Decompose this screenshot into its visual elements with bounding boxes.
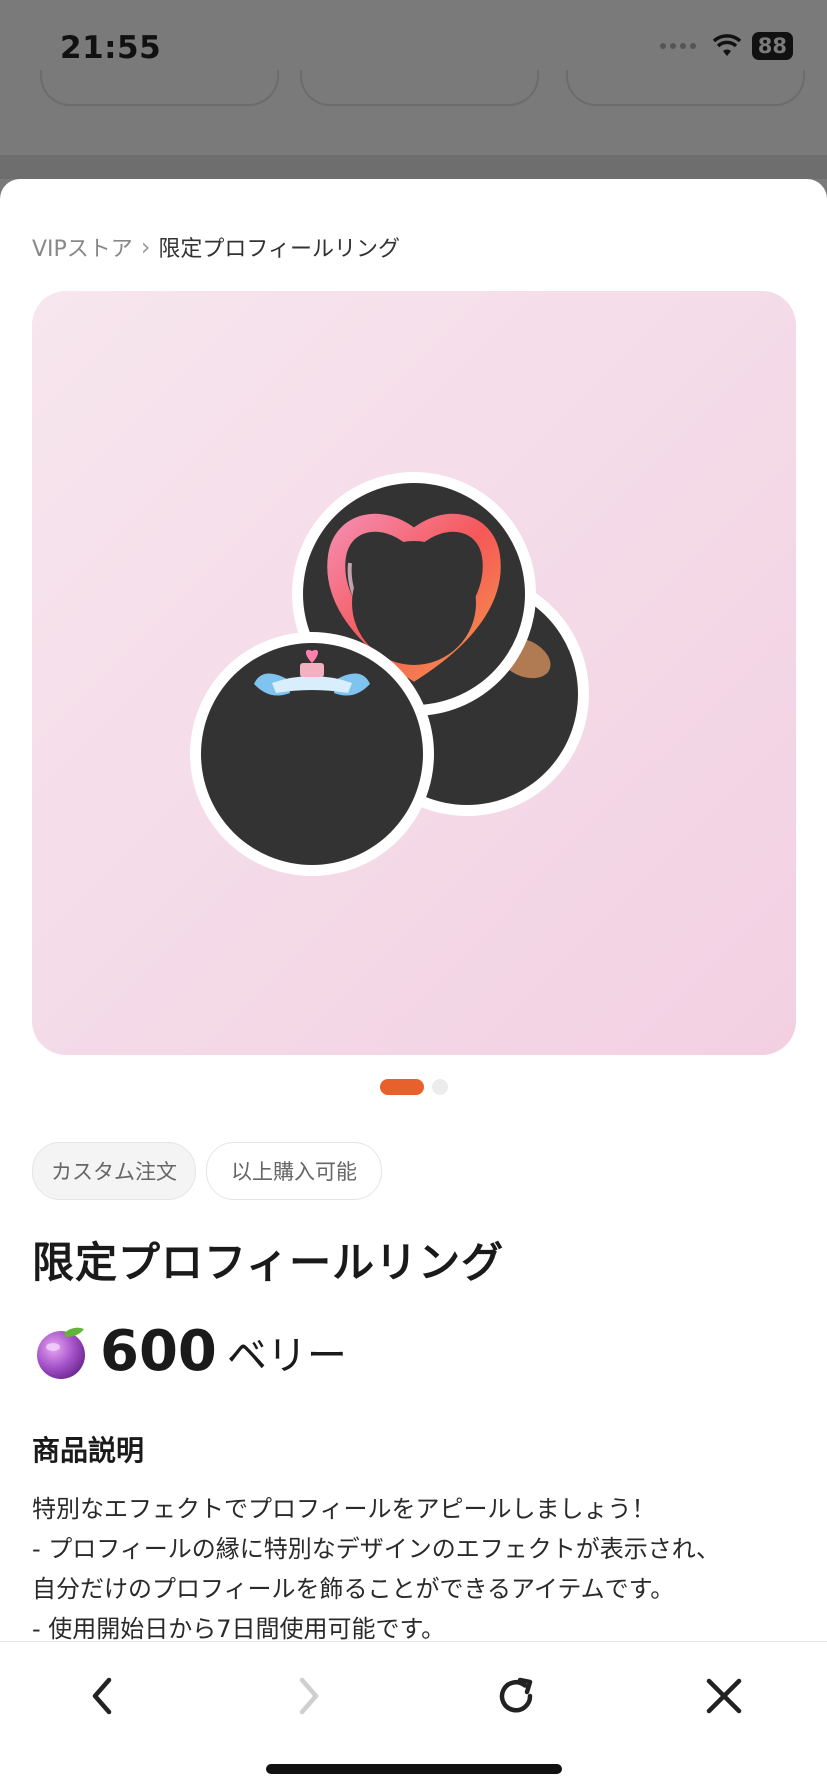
home-indicator[interactable] [266, 1764, 562, 1774]
breadcrumb-parent[interactable]: VIPストア [32, 231, 133, 263]
status-icons: 88 [659, 32, 793, 60]
product-sheet: VIPストア › 限定プロフィールリング カスタム注文 以上購入可能 限定プロフ… [0, 179, 827, 1792]
carousel-pager[interactable] [0, 1079, 827, 1095]
description-line: - プロフィールの縁に特別なデザインのエフェクトが表示され、 [32, 1535, 721, 1563]
close-icon [706, 1678, 742, 1714]
wifi-icon [712, 34, 741, 56]
battery-indicator: 88 [751, 32, 793, 60]
pager-dot[interactable] [431, 1079, 448, 1095]
description-body: 特別なエフェクトでプロフィールをアピールしましょう！ - プロフィールの縁に特別… [32, 1489, 802, 1649]
product-image-carousel[interactable] [32, 291, 796, 1055]
back-button[interactable] [73, 1666, 133, 1726]
price-unit: ベリー [226, 1332, 347, 1379]
breadcrumb: VIPストア › 限定プロフィールリング [32, 231, 400, 263]
tag-purchase-limit: 以上購入可能 [206, 1142, 382, 1200]
tag-custom-order: カスタム注文 [32, 1142, 196, 1200]
product-image [190, 472, 589, 876]
forward-button[interactable] [278, 1666, 338, 1726]
description-line: 特別なエフェクトでプロフィールをアピールしましょう！ [32, 1495, 656, 1523]
close-button[interactable] [694, 1666, 754, 1726]
product-tags: カスタム注文 以上購入可能 [32, 1142, 382, 1200]
product-title: 限定プロフィールリング [32, 1238, 505, 1287]
description-heading: 商品説明 [32, 1434, 145, 1467]
breadcrumb-current: 限定プロフィールリング [158, 237, 400, 262]
product-price: 600 ベリー [32, 1319, 347, 1384]
ring-preview-left [190, 632, 434, 876]
reload-button[interactable] [486, 1666, 546, 1726]
background-tabs [0, 70, 827, 110]
chevron-right-icon [299, 1677, 319, 1715]
reload-icon [499, 1677, 533, 1713]
pager-dot-active[interactable] [379, 1079, 424, 1095]
price-amount: 600 [100, 1319, 217, 1384]
background-page [0, 155, 827, 179]
cellular-signal-icon [659, 43, 696, 49]
breadcrumb-chevron-icon: › [140, 233, 151, 261]
status-time: 21:55 [60, 30, 162, 66]
description-line: 自分だけのプロフィールを飾ることができるアイテムです。 [32, 1575, 675, 1603]
chevron-left-icon [92, 1677, 112, 1715]
berry-icon [37, 1327, 85, 1379]
